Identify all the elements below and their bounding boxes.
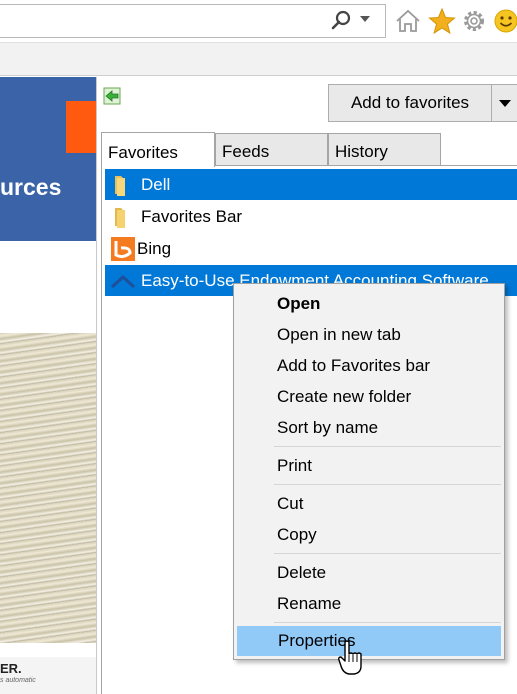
footer-logo-subtext: s automatic — [0, 677, 36, 684]
folder-icon — [115, 175, 125, 196]
menu-item-copy[interactable]: Copy — [237, 520, 501, 550]
gear-icon[interactable] — [460, 7, 488, 35]
menu-item-sort-by-name[interactable]: Sort by name — [237, 413, 501, 443]
pin-favorites-center-icon[interactable] — [103, 87, 121, 105]
search-icon[interactable] — [330, 9, 352, 31]
banner-heading: urces — [0, 174, 62, 200]
menu-separator — [274, 553, 501, 554]
menu-item-open-in-new-tab[interactable]: Open in new tab — [237, 320, 501, 350]
add-to-favorites-button[interactable]: Add to favorites — [328, 84, 492, 122]
favorites-item-favorites-bar[interactable]: Favorites Bar — [105, 201, 517, 232]
favorites-item-dell[interactable]: Dell — [105, 169, 517, 200]
favorites-item-label: Favorites Bar — [141, 206, 243, 226]
tab-feeds[interactable]: Feeds — [215, 133, 328, 166]
smiley-icon[interactable] — [492, 7, 517, 35]
favorites-item-label: Bing — [137, 238, 172, 258]
menu-item-add-to-favorites-bar[interactable]: Add to Favorites bar — [237, 351, 501, 381]
menu-item-rename[interactable]: Rename — [237, 589, 501, 619]
search-dropdown-icon[interactable] — [360, 16, 370, 22]
favorites-tabs: Favorites Feeds History — [101, 132, 517, 167]
browser-tab-strip — [0, 42, 517, 76]
paper-stack-image — [0, 333, 96, 643]
site-icon — [111, 274, 135, 288]
home-icon[interactable] — [394, 7, 422, 35]
menu-item-print[interactable]: Print — [237, 451, 501, 481]
footer-logo-text: ER. — [0, 661, 22, 676]
web-page-content: urces ER. s automatic — [0, 77, 96, 694]
address-bar[interactable] — [0, 4, 386, 38]
add-to-favorites-dropdown[interactable] — [492, 84, 517, 122]
menu-separator — [274, 446, 501, 447]
menu-item-delete[interactable]: Delete — [237, 558, 501, 588]
menu-item-open[interactable]: Open — [237, 289, 501, 319]
page-banner: urces — [0, 77, 96, 241]
menu-separator — [274, 622, 501, 623]
folder-icon — [115, 207, 125, 228]
star-icon[interactable] — [428, 7, 456, 35]
chevron-down-icon — [499, 100, 511, 107]
tab-history[interactable]: History — [328, 133, 441, 166]
menu-separator — [274, 484, 501, 485]
orange-accent-block — [66, 101, 96, 153]
tab-favorites[interactable]: Favorites — [101, 132, 215, 167]
favorites-item-label: Dell — [141, 174, 171, 194]
favorites-item-bing[interactable]: Bing — [105, 233, 517, 264]
page-footer-logo: ER. s automatic — [0, 657, 96, 694]
bing-icon — [111, 236, 135, 261]
browser-top-bar — [0, 0, 517, 42]
hand-cursor-icon — [338, 640, 362, 675]
menu-item-create-new-folder[interactable]: Create new folder — [237, 382, 501, 412]
menu-item-properties[interactable]: Properties — [237, 626, 501, 656]
menu-item-cut[interactable]: Cut — [237, 489, 501, 519]
context-menu: Open Open in new tab Add to Favorites ba… — [233, 283, 505, 660]
